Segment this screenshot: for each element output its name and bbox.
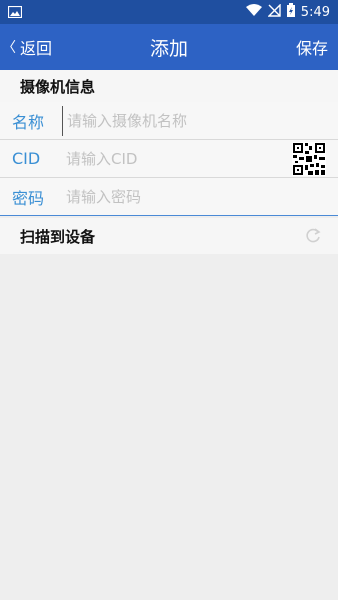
name-input[interactable] <box>62 105 338 136</box>
image-icon <box>7 3 23 22</box>
chevron-left-icon: 〈 <box>2 40 16 56</box>
password-input[interactable] <box>62 181 338 212</box>
section-title-camera-info: 摄像机信息 <box>0 70 338 102</box>
name-label: 名称 <box>12 112 45 132</box>
no-signal-icon <box>267 2 281 21</box>
cid-row: CID <box>0 140 338 178</box>
cid-label: CID <box>12 149 41 168</box>
refresh-icon[interactable] <box>304 227 322 245</box>
back-label: 返回 <box>20 39 53 58</box>
scanned-devices-label: 扫描到设备 <box>20 227 96 246</box>
status-right: 5:49 <box>245 2 330 21</box>
camera-info-form: 名称 CID <box>0 102 338 216</box>
status-bar: 5:49 <box>0 0 338 24</box>
scanned-devices-header: 扫描到设备 <box>0 218 338 254</box>
password-label: 密码 <box>12 188 45 208</box>
battery-charging-icon <box>286 3 295 21</box>
status-left <box>7 3 23 22</box>
clock-time: 5:49 <box>300 4 330 20</box>
back-button[interactable]: 〈 返回 <box>2 24 52 70</box>
name-row: 名称 <box>0 102 338 140</box>
password-row: 密码 <box>0 178 338 216</box>
nav-bar: 〈 返回 添加 保存 <box>0 24 338 70</box>
wifi-icon <box>245 4 262 20</box>
qr-code-scan-icon[interactable] <box>292 142 326 176</box>
save-button[interactable]: 保存 <box>296 24 328 70</box>
